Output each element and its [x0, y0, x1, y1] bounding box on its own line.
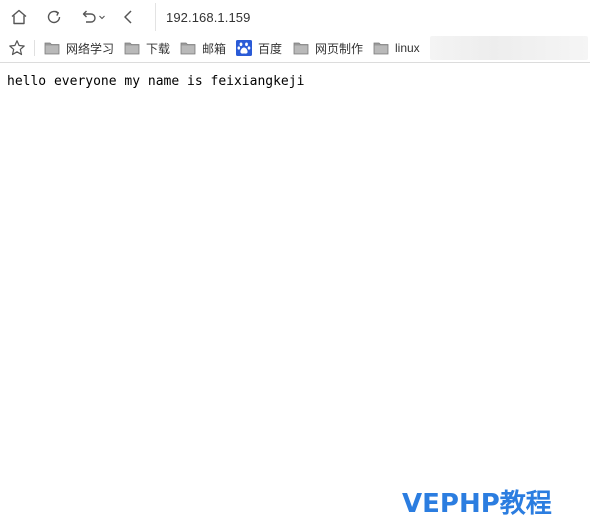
folder-icon — [124, 41, 146, 55]
bookmark-label: 邮箱 — [202, 41, 227, 56]
browser-toolbar: 192.168.1.159 — [0, 0, 590, 34]
undo-icon — [80, 8, 98, 26]
folder-icon — [44, 41, 66, 55]
home-button[interactable] — [8, 5, 30, 29]
reload-button[interactable] — [43, 5, 65, 29]
address-text: 192.168.1.159 — [166, 9, 251, 25]
bookmark-label: 网页制作 — [315, 41, 364, 56]
baidu-paw-icon — [236, 40, 258, 56]
address-bar[interactable]: 192.168.1.159 — [155, 3, 590, 31]
chevron-left-icon — [121, 8, 135, 26]
folder-icon — [180, 41, 202, 55]
chevron-down-icon — [98, 13, 106, 21]
bookmark-label: 网络学习 — [66, 41, 115, 56]
bookmark-folder-downloads[interactable]: 下载 — [124, 38, 170, 58]
bookmark-label: linux — [395, 41, 420, 55]
back-button[interactable] — [118, 5, 138, 29]
bookmarks-bar: 网络学习 下载 邮箱 百度 网页制作 linux — [0, 34, 590, 63]
bookmarks-divider — [34, 40, 35, 56]
star-icon — [8, 40, 26, 61]
bookmark-folder-webdesign[interactable]: 网页制作 — [293, 38, 363, 58]
watermark: VEPHP教程 — [402, 489, 552, 519]
home-icon — [10, 8, 28, 26]
browser-window: 192.168.1.159 网络学习 下载 邮箱 百度 网页制作 linux h… — [0, 0, 590, 527]
bookmark-folder-linux[interactable]: linux — [373, 38, 420, 58]
undo-history-button[interactable] — [78, 5, 108, 29]
blurred-bookmarks-region — [430, 36, 588, 60]
bookmark-star-button[interactable] — [8, 39, 26, 57]
bookmark-folder-mail[interactable]: 邮箱 — [180, 38, 226, 58]
reload-icon — [45, 8, 63, 26]
bookmark-link-baidu[interactable]: 百度 — [236, 38, 282, 58]
bookmark-label: 下载 — [146, 41, 171, 56]
folder-icon — [293, 41, 315, 55]
bookmark-folder-study[interactable]: 网络学习 — [44, 38, 114, 58]
page-content: hello everyone my name is feixiangkeji V… — [0, 63, 590, 527]
page-body-text: hello everyone my name is feixiangkeji — [7, 74, 305, 89]
folder-icon — [373, 41, 395, 55]
bookmark-label: 百度 — [258, 41, 283, 56]
